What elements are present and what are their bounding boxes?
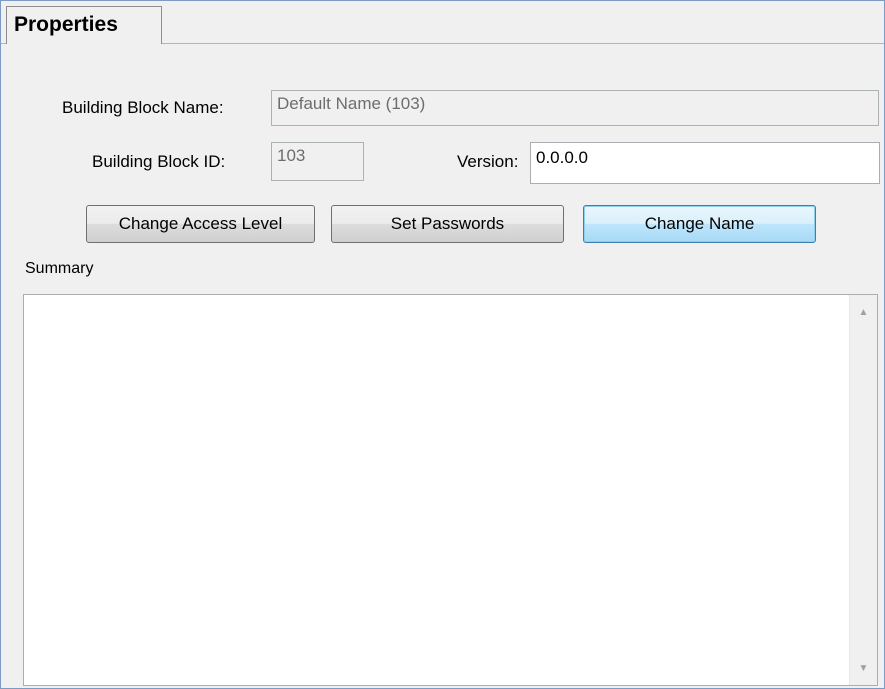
building-block-name-field: Default Name (103) — [271, 90, 879, 126]
building-block-id-field: 103 — [271, 142, 364, 181]
change-name-button[interactable]: Change Name — [583, 205, 816, 243]
set-passwords-button[interactable]: Set Passwords — [331, 205, 564, 243]
summary-textarea[interactable]: ▲ ▼ — [23, 294, 878, 686]
building-block-id-label: Building Block ID: — [92, 152, 226, 171]
version-label: Version: — [457, 152, 519, 171]
scroll-up-arrow-icon[interactable]: ▲ — [850, 301, 877, 325]
version-field[interactable]: 0.0.0.0 — [530, 142, 880, 184]
properties-window: Properties Building Block Name: Default … — [0, 0, 885, 689]
building-block-name-label: Building Block Name: — [62, 98, 224, 117]
tab-properties[interactable]: Properties — [6, 6, 162, 44]
summary-scrollbar[interactable]: ▲ ▼ — [849, 295, 877, 685]
summary-label: Summary — [25, 260, 94, 277]
scroll-down-arrow-icon[interactable]: ▼ — [850, 657, 877, 681]
tab-strip: Properties — [1, 1, 884, 44]
change-access-level-button[interactable]: Change Access Level — [86, 205, 315, 243]
